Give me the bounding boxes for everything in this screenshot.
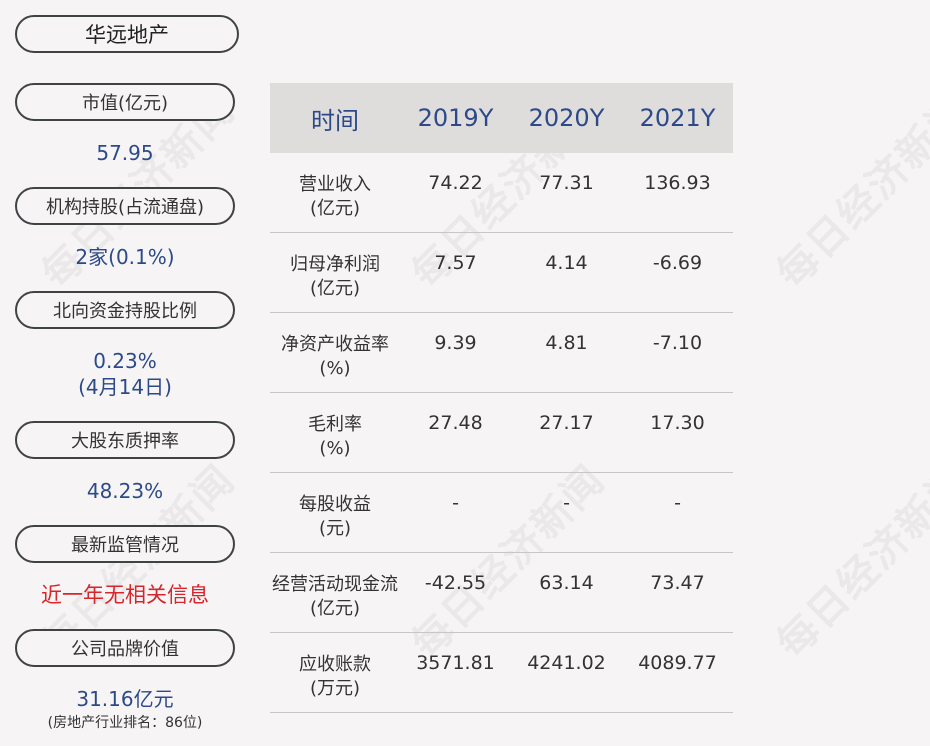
- table-row: 经营活动现金流 (亿元) -42.55 63.14 73.47: [270, 553, 733, 633]
- row-label: 毛利率 (%): [308, 414, 362, 459]
- cell-value: 17.30: [650, 412, 705, 434]
- cell-value: -7.10: [652, 332, 703, 354]
- cell-value: 136.93: [644, 172, 711, 194]
- market-cap-value: 57.95: [96, 141, 154, 165]
- header-time: 时间: [311, 106, 359, 135]
- cell-value: -: [563, 492, 570, 514]
- cell-value: 7.57: [434, 252, 477, 274]
- table-row: 归母净利润 (亿元) 7.57 4.14 -6.69: [270, 233, 733, 313]
- pledge-ratio-value: 48.23%: [86, 479, 164, 503]
- watermark: 每日经济新闻: [768, 456, 930, 668]
- brand-value-label: 公司品牌价值: [15, 629, 235, 667]
- brand-value: 31.16亿元: [76, 687, 174, 711]
- northbound-holding-value: 0.23%: [93, 349, 157, 373]
- regulation-label: 最新监管情况: [15, 525, 235, 563]
- institution-holding-value: 2家(0.1%): [75, 245, 175, 269]
- cell-value: -6.69: [652, 252, 703, 274]
- table-row: 每股收益 (元) - - -: [270, 473, 733, 553]
- cell-value: -: [674, 492, 681, 514]
- row-label: 归母净利润 (亿元): [290, 254, 380, 299]
- header-2019: 2019Y: [417, 104, 494, 132]
- row-label: 经营活动现金流 (亿元): [272, 574, 398, 619]
- cell-value: 4.81: [545, 332, 588, 354]
- company-name: 华远地产: [15, 15, 239, 53]
- table-row: 应收账款 (万元) 3571.81 4241.02 4089.77: [270, 633, 733, 713]
- cell-value: 3571.81: [416, 652, 495, 674]
- row-label: 应收账款 (万元): [299, 654, 371, 699]
- northbound-holding-label: 北向资金持股比例: [15, 291, 235, 329]
- table-header: 时间 2019Y 2020Y 2021Y: [270, 83, 733, 153]
- brand-rank-note: (房地产行业排名：86位): [47, 715, 203, 731]
- header-2021: 2021Y: [639, 104, 716, 132]
- cell-value: 74.22: [428, 172, 483, 194]
- cell-value: 27.17: [539, 412, 594, 434]
- table-row: 营业收入 (亿元) 74.22 77.31 136.93: [270, 153, 733, 233]
- regulation-value: 近一年无相关信息: [41, 583, 209, 607]
- cell-value: 27.48: [428, 412, 483, 434]
- cell-value: 4.14: [545, 252, 588, 274]
- cell-value: 73.47: [650, 572, 705, 594]
- cell-value: 4089.77: [638, 652, 717, 674]
- cell-value: 9.39: [434, 332, 477, 354]
- row-label: 净资产收益率 (%): [281, 334, 389, 379]
- market-cap-label: 市值(亿元): [15, 83, 235, 121]
- watermark: 每日经济新闻: [768, 86, 930, 298]
- cell-value: 63.14: [539, 572, 594, 594]
- institution-holding-label: 机构持股(占流通盘): [15, 187, 235, 225]
- cell-value: -42.55: [424, 572, 487, 594]
- table-row: 毛利率 (%) 27.48 27.17 17.30: [270, 393, 733, 473]
- northbound-holding-date: (4月14日): [78, 375, 172, 399]
- cell-value: 4241.02: [527, 652, 606, 674]
- pledge-ratio-label: 大股东质押率: [15, 421, 235, 459]
- header-2020: 2020Y: [528, 104, 605, 132]
- row-label: 营业收入 (亿元): [299, 174, 371, 219]
- financial-table: 时间 2019Y 2020Y 2021Y 营业收入 (亿元) 74.22 77.3…: [270, 83, 733, 713]
- cell-value: 77.31: [539, 172, 594, 194]
- cell-value: -: [452, 492, 459, 514]
- table-row: 净资产收益率 (%) 9.39 4.81 -7.10: [270, 313, 733, 393]
- row-label: 每股收益 (元): [299, 494, 371, 539]
